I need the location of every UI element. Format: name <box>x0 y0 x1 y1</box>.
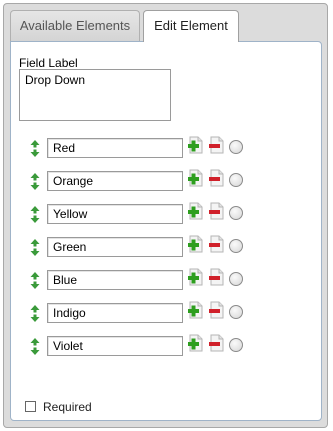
up-down-arrow-icon[interactable] <box>30 338 40 355</box>
default-option-radio[interactable] <box>229 173 243 187</box>
add-option-icon[interactable] <box>187 136 204 154</box>
option-row <box>30 202 250 226</box>
remove-option-icon[interactable] <box>208 202 225 220</box>
option-value-input[interactable] <box>47 138 183 158</box>
option-row <box>30 301 250 325</box>
default-option-radio[interactable] <box>229 206 243 220</box>
option-row <box>30 235 250 259</box>
edit-element-panel: Field Label Drop Down Required <box>10 41 322 421</box>
add-option-icon[interactable] <box>187 169 204 187</box>
tab-edit-element[interactable]: Edit Element <box>143 10 239 42</box>
option-value-input[interactable] <box>47 270 183 290</box>
required-label: Required <box>43 400 92 414</box>
add-option-icon[interactable] <box>187 235 204 253</box>
default-option-radio[interactable] <box>229 338 243 352</box>
option-row <box>30 136 250 160</box>
remove-option-icon[interactable] <box>208 136 225 154</box>
remove-option-icon[interactable] <box>208 268 225 286</box>
default-option-radio[interactable] <box>229 272 243 286</box>
remove-option-icon[interactable] <box>208 235 225 253</box>
add-option-icon[interactable] <box>187 268 204 286</box>
required-checkbox[interactable] <box>25 401 36 412</box>
field-label-caption: Field Label <box>19 56 78 70</box>
up-down-arrow-icon[interactable] <box>30 305 40 322</box>
default-option-radio[interactable] <box>229 140 243 154</box>
up-down-arrow-icon[interactable] <box>30 173 40 190</box>
tab-bar: Available Elements Edit Element <box>4 4 327 42</box>
element-editor-window: Available Elements Edit Element Field La… <box>3 3 328 428</box>
field-label-input[interactable]: Drop Down <box>19 69 171 121</box>
option-value-input[interactable] <box>47 171 183 191</box>
add-option-icon[interactable] <box>187 334 204 352</box>
up-down-arrow-icon[interactable] <box>30 272 40 289</box>
default-option-radio[interactable] <box>229 305 243 319</box>
remove-option-icon[interactable] <box>208 334 225 352</box>
up-down-arrow-icon[interactable] <box>30 140 40 157</box>
option-row <box>30 268 250 292</box>
up-down-arrow-icon[interactable] <box>30 206 40 223</box>
remove-option-icon[interactable] <box>208 169 225 187</box>
add-option-icon[interactable] <box>187 301 204 319</box>
tab-available-elements[interactable]: Available Elements <box>10 10 140 41</box>
option-value-input[interactable] <box>47 237 183 257</box>
add-option-icon[interactable] <box>187 202 204 220</box>
option-row <box>30 169 250 193</box>
option-value-input[interactable] <box>47 204 183 224</box>
option-value-input[interactable] <box>47 303 183 323</box>
default-option-radio[interactable] <box>229 239 243 253</box>
option-row <box>30 334 250 358</box>
option-value-input[interactable] <box>47 336 183 356</box>
up-down-arrow-icon[interactable] <box>30 239 40 256</box>
remove-option-icon[interactable] <box>208 301 225 319</box>
